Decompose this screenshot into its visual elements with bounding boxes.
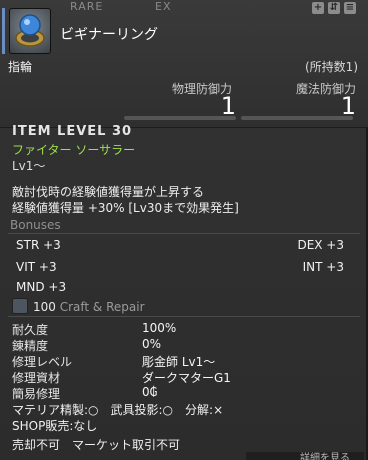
lock-icon[interactable]: ≡ bbox=[344, 2, 356, 14]
repair-material-label: 修理資材 bbox=[12, 371, 61, 385]
item-name: ビギナーリング bbox=[60, 27, 158, 43]
craft-level: 100 bbox=[33, 300, 56, 314]
spiritbond-value: 0% bbox=[142, 337, 162, 351]
quick-repair-label: 簡易修理 bbox=[12, 387, 61, 401]
durability-label: 耐久度 bbox=[12, 323, 49, 337]
bonus-dex: DEX +3 bbox=[297, 238, 344, 252]
plus-icon[interactable]: + bbox=[312, 2, 324, 14]
bonuses-title: Bonuses bbox=[10, 218, 61, 232]
header-icons: + ⇵ ≡ bbox=[312, 2, 356, 14]
divider bbox=[8, 316, 360, 317]
owned-count: (所持数1) bbox=[305, 60, 358, 74]
job-list: ファイター ソーサラー bbox=[12, 143, 136, 157]
rarity-bar bbox=[2, 8, 5, 54]
bonus-int: INT +3 bbox=[302, 260, 344, 274]
bonus-mnd: MND +3 bbox=[16, 280, 67, 294]
materia-info: マテリア精製:○ 武具投影:○ 分解:× bbox=[12, 403, 224, 417]
item-category: 指輪 bbox=[8, 60, 33, 74]
repair-material-value: ダークマターG1 bbox=[142, 371, 231, 385]
craft-repair-icon bbox=[12, 298, 28, 314]
ring-icon bbox=[15, 14, 45, 47]
level-requirement: Lv1〜 bbox=[12, 159, 46, 173]
item-tooltip: RARE EX + ⇵ ≡ ビギナーリング 指輪 (所持数1) 物理防御力 魔法… bbox=[0, 0, 368, 460]
bonus-str: STR +3 bbox=[16, 238, 61, 252]
repair-level-value: 彫金師 Lv1〜 bbox=[142, 355, 216, 369]
durability-value: 100% bbox=[142, 321, 177, 335]
physical-defense-bar bbox=[124, 116, 236, 120]
quick-repair-value: 0₲ bbox=[142, 385, 158, 399]
spiritbond-label: 錬精度 bbox=[12, 339, 49, 353]
divider bbox=[8, 233, 360, 234]
trade-info: 売却不可 マーケット取引不可 bbox=[12, 438, 181, 452]
magic-defense-bar bbox=[241, 116, 353, 120]
description-line: 敵討伐時の経験値獲得量が上昇する bbox=[12, 185, 205, 199]
tooltip-header: RARE EX + ⇵ ≡ ビギナーリング 指輪 (所持数1) 物理防御力 魔法… bbox=[0, 0, 368, 128]
craft-title: Craft & Repair bbox=[59, 300, 145, 314]
bonus-vit: VIT +3 bbox=[16, 260, 57, 274]
bottom-strip: 詳細を見る bbox=[246, 452, 364, 460]
craft-repair-title: 100 Craft & Repair bbox=[33, 300, 145, 314]
bottom-strip-text[interactable]: 詳細を見る bbox=[300, 449, 350, 460]
repair-level-label: 修理レベル bbox=[12, 355, 73, 369]
item-icon bbox=[9, 8, 51, 54]
item-level: ITEM LEVEL 30 bbox=[12, 124, 133, 139]
compare-icon[interactable]: ⇵ bbox=[328, 2, 340, 14]
shop-info: SHOP販売:なし bbox=[12, 419, 98, 433]
ex-tag: EX bbox=[155, 0, 172, 13]
rare-tag: RARE bbox=[70, 0, 104, 13]
description-line: 経験値獲得量 +30% [Lv30まで効果発生] bbox=[12, 201, 239, 215]
